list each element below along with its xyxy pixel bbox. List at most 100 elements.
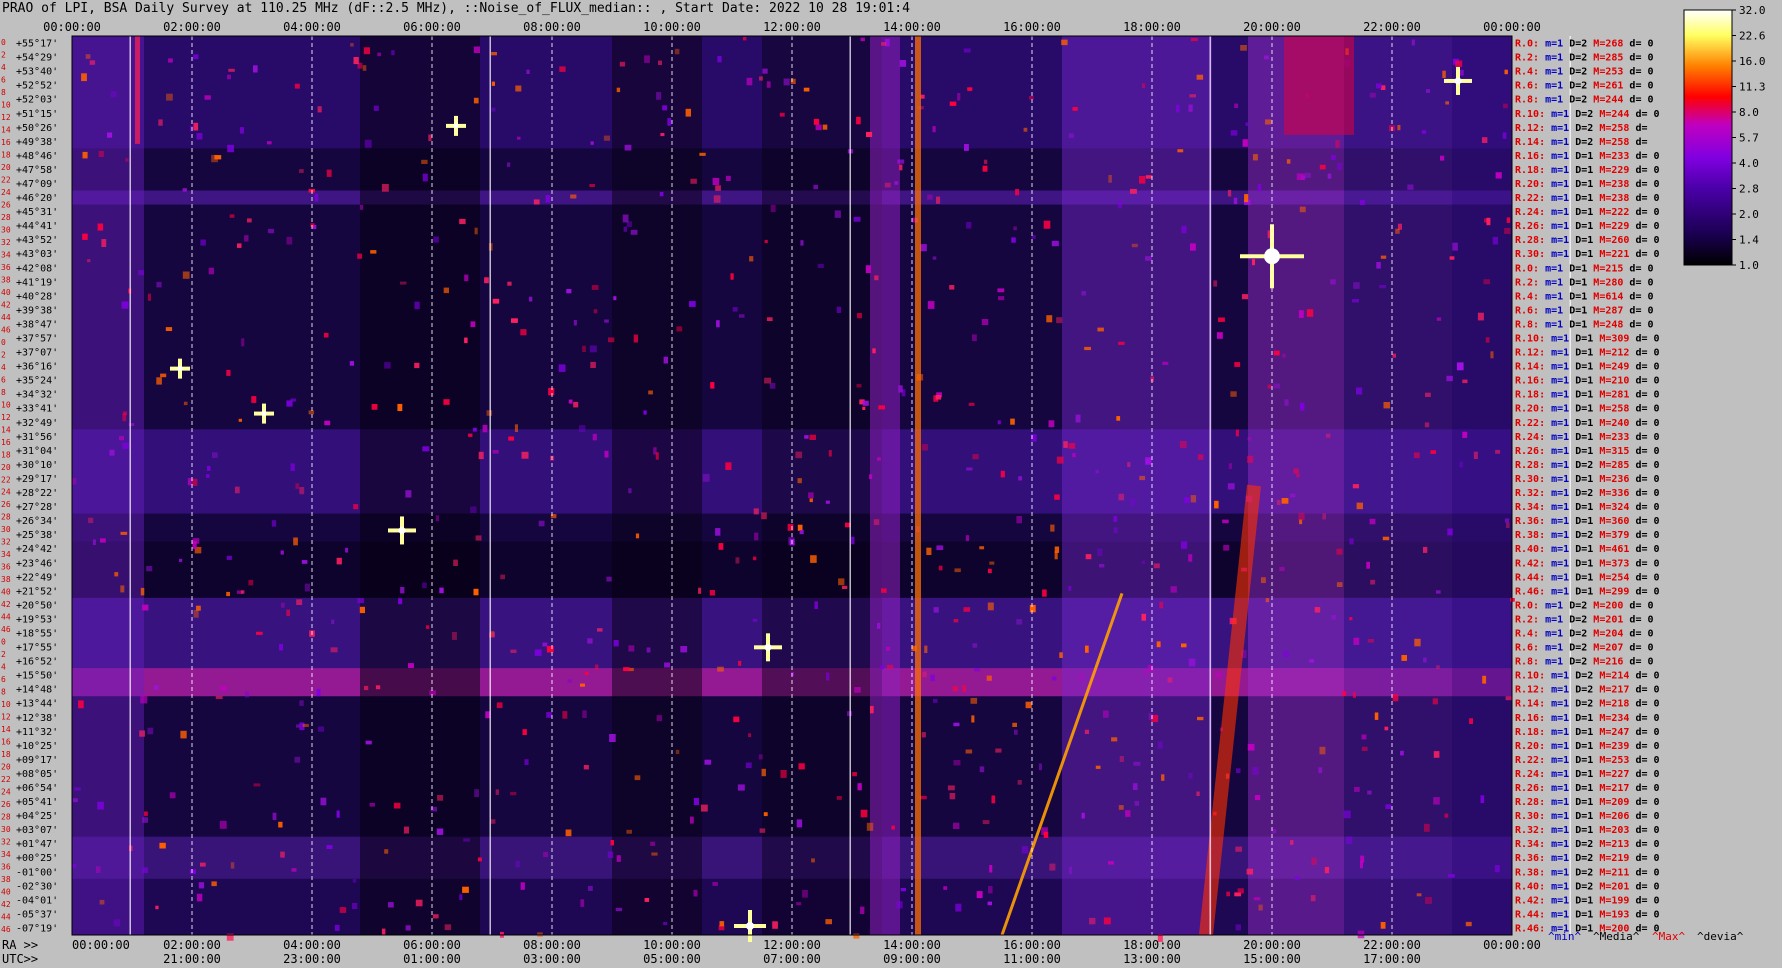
noise-speck	[1469, 718, 1473, 724]
noise-speck	[147, 293, 151, 301]
noise-speck	[1425, 392, 1431, 397]
noise-speck	[1349, 538, 1354, 545]
noise-speck	[936, 196, 941, 204]
noise-speck	[371, 404, 378, 410]
noise-speck	[828, 450, 832, 457]
noise-speck	[1223, 544, 1230, 551]
noise-speck	[468, 433, 473, 437]
noise-speck	[752, 556, 757, 561]
utc-axis-prefix: UTC>>	[2, 952, 38, 966]
declination-label: +55°17'	[16, 39, 58, 50]
noise-speck	[952, 686, 958, 692]
noise-speck	[712, 882, 718, 886]
noise-speck	[349, 361, 354, 366]
declination-label: +37°07'	[16, 348, 58, 359]
row-index-label: 18	[1, 450, 11, 459]
noise-speck	[862, 406, 866, 410]
legend-entry: ^devia^	[1697, 930, 1744, 943]
noise-speck	[597, 628, 603, 632]
noise-speck	[986, 675, 992, 681]
row-index-label: 0	[1, 38, 6, 47]
noise-speck	[582, 710, 587, 718]
noise-speck	[930, 674, 935, 682]
receiver-stat: R.0: m=1 D=1 M=215 d= 0	[1515, 263, 1654, 274]
noise-speck	[1089, 917, 1096, 925]
noise-speck	[99, 899, 105, 905]
ra-tick-label: 00:00:00	[72, 938, 130, 952]
noise-speck	[769, 382, 776, 389]
noise-speck	[1375, 83, 1382, 89]
noise-speck	[1423, 823, 1430, 832]
noise-speck	[972, 454, 979, 460]
noise-speck	[248, 579, 254, 586]
noise-speck	[966, 467, 973, 471]
noise-speck	[712, 177, 720, 185]
noise-speck	[853, 933, 860, 939]
declination-label: +05°41'	[16, 797, 58, 808]
declination-label: +15°50'	[16, 671, 58, 682]
colorbar-tick-label: 16.0	[1739, 55, 1766, 68]
noise-speck	[1356, 502, 1363, 510]
noise-speck	[725, 462, 732, 470]
receiver-stat: R.24: m=1 D=1 M=233 d= 0	[1515, 432, 1660, 443]
noise-speck	[573, 320, 577, 326]
noise-speck	[314, 193, 319, 202]
bright-source	[764, 643, 772, 651]
noise-speck	[1293, 468, 1299, 474]
noise-speck	[1459, 69, 1464, 76]
noise-speck	[987, 602, 994, 611]
noise-speck	[676, 326, 683, 332]
noise-speck	[142, 604, 149, 611]
noise-speck	[735, 557, 740, 564]
noise-speck	[989, 865, 993, 873]
utc-tick-label: 21:00:00	[163, 952, 221, 966]
noise-speck	[1010, 418, 1015, 425]
noise-speck	[546, 712, 553, 718]
noise-speck	[326, 169, 332, 177]
row-index-label: 36	[1, 563, 11, 572]
noise-speck	[1190, 243, 1196, 251]
noise-speck	[1061, 39, 1068, 46]
receiver-stat: R.8: m=1 D=2 M=216 d= 0	[1515, 657, 1654, 668]
noise-speck	[981, 319, 989, 325]
noise-speck	[770, 204, 776, 213]
noise-speck	[1188, 104, 1193, 112]
row-index-label: 22	[1, 176, 11, 185]
noise-speck	[234, 486, 240, 494]
noise-speck	[662, 105, 668, 111]
noise-speck	[1000, 470, 1005, 478]
declination-label: +38°47'	[16, 320, 58, 331]
noise-speck	[1025, 701, 1032, 709]
colorbar-tick-label: 32.0	[1739, 4, 1766, 17]
noise-speck	[256, 631, 263, 635]
receiver-stat: R.8: m=1 D=1 M=248 d= 0	[1515, 320, 1654, 331]
noise-speck	[291, 868, 297, 872]
declination-label: +31°56'	[16, 432, 58, 443]
noise-speck	[357, 253, 362, 259]
noise-speck	[526, 69, 530, 74]
row-index-label: 6	[1, 675, 6, 684]
noise-speck	[742, 37, 747, 41]
row-index-label: 2	[1, 51, 6, 60]
utc-tick-label: 03:00:00	[523, 952, 581, 966]
noise-speck	[414, 362, 420, 369]
noise-speck	[142, 817, 148, 823]
declination-label: +29°17'	[16, 474, 58, 485]
noise-speck	[240, 590, 245, 594]
noise-speck	[495, 789, 499, 795]
row-index-label: 38	[1, 575, 11, 584]
row-index-label: 8	[1, 388, 6, 397]
noise-speck	[370, 250, 377, 254]
declination-label: +10°25'	[16, 741, 58, 752]
noise-speck	[1143, 669, 1148, 676]
noise-speck	[854, 687, 861, 693]
noise-speck	[278, 821, 283, 828]
noise-speck	[834, 210, 841, 218]
noise-speck	[856, 116, 861, 125]
utc-tick-label: 11:00:00	[1003, 952, 1061, 966]
noise-speck	[490, 819, 496, 824]
noise-speck	[623, 226, 627, 232]
noise-speck	[534, 649, 542, 656]
noise-speck	[1021, 846, 1029, 854]
noise-speck	[415, 899, 423, 907]
